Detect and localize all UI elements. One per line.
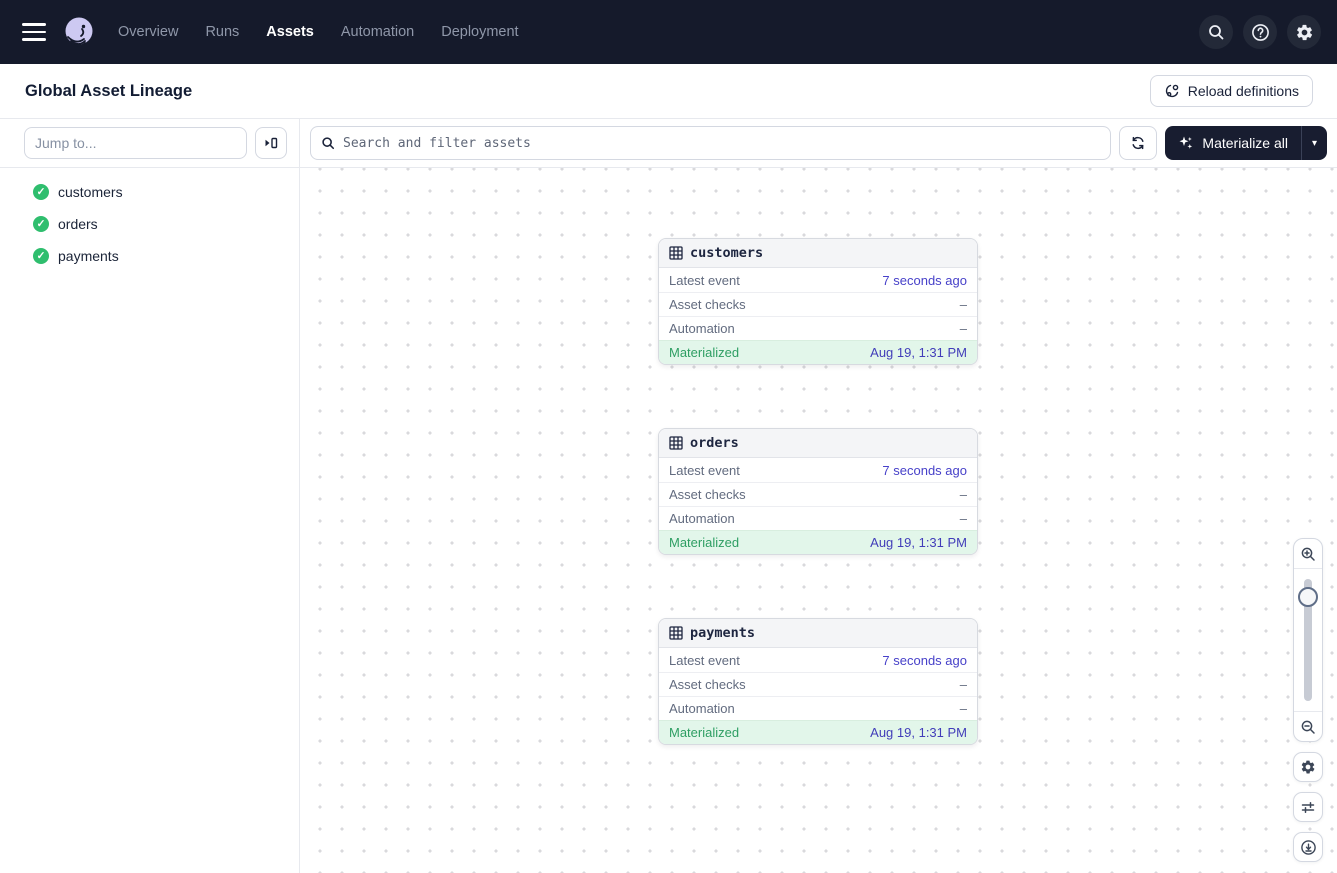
zoom-slider-thumb[interactable] bbox=[1298, 587, 1318, 607]
asset-name: payments bbox=[690, 625, 755, 641]
materialized-check-icon: ✓ bbox=[33, 184, 49, 200]
asset-node-customers[interactable]: customers Latest event 7 seconds ago Ass… bbox=[658, 238, 978, 365]
table-icon bbox=[669, 246, 683, 260]
lineage-canvas[interactable]: customers Latest event 7 seconds ago Ass… bbox=[300, 168, 1337, 873]
asset-node-header: orders bbox=[659, 429, 977, 458]
latest-event-row: Latest event 7 seconds ago bbox=[659, 458, 977, 482]
table-icon bbox=[669, 436, 683, 450]
reload-definitions-button[interactable]: Reload definitions bbox=[1150, 75, 1313, 107]
top-navbar: Overview Runs Assets Automation Deployme… bbox=[0, 0, 1337, 64]
graph-controls bbox=[1293, 538, 1323, 862]
graph-settings-icon[interactable] bbox=[1293, 752, 1323, 782]
zoom-in-icon[interactable] bbox=[1294, 539, 1322, 569]
caret-down-icon[interactable]: ▾ bbox=[1301, 126, 1327, 160]
dagster-app: Overview Runs Assets Automation Deployme… bbox=[0, 0, 1337, 873]
asset-graph-sidebar: ✓ customers ✓ orders ✓ payments bbox=[0, 119, 300, 873]
materialize-all-label: Materialize all bbox=[1202, 135, 1288, 151]
nav-item-overview[interactable]: Overview bbox=[118, 24, 178, 40]
zoom-slider[interactable] bbox=[1294, 569, 1322, 711]
automation-row: Automation – bbox=[659, 316, 977, 340]
asset-name: customers bbox=[690, 245, 763, 261]
refresh-icon[interactable] bbox=[1119, 126, 1157, 160]
asset-node-header: customers bbox=[659, 239, 977, 268]
page-title: Global Asset Lineage bbox=[25, 82, 192, 101]
dagster-logo-icon[interactable] bbox=[62, 15, 96, 49]
sidebar-item-label: payments bbox=[58, 248, 119, 264]
sparkles-icon bbox=[1178, 135, 1194, 151]
latest-event-link[interactable]: 7 seconds ago bbox=[882, 463, 967, 478]
navbar-actions bbox=[1199, 15, 1321, 49]
lineage-main: Materialize all ▾ bbox=[300, 119, 1337, 873]
asset-search-input[interactable] bbox=[343, 136, 1100, 151]
sidebar-item-label: customers bbox=[58, 184, 123, 200]
search-icon bbox=[321, 136, 335, 150]
latest-event-link[interactable]: 7 seconds ago bbox=[882, 653, 967, 668]
sidebar-item-label: orders bbox=[58, 216, 98, 232]
table-icon bbox=[669, 626, 683, 640]
settings-icon[interactable] bbox=[1287, 15, 1321, 49]
asset-node-header: payments bbox=[659, 619, 977, 648]
materialized-check-icon: ✓ bbox=[33, 248, 49, 264]
sidebar-item-customers[interactable]: ✓ customers bbox=[0, 176, 299, 208]
nav-item-deployment[interactable]: Deployment bbox=[441, 24, 518, 40]
help-icon[interactable] bbox=[1243, 15, 1277, 49]
content: ✓ customers ✓ orders ✓ payments bbox=[0, 119, 1337, 873]
zoom-out-icon[interactable] bbox=[1294, 711, 1322, 741]
materialized-timestamp-link[interactable]: Aug 19, 1:31 PM bbox=[870, 345, 967, 360]
latest-event-row: Latest event 7 seconds ago bbox=[659, 648, 977, 672]
materialize-all-button[interactable]: Materialize all bbox=[1165, 126, 1301, 160]
sidebar-asset-list: ✓ customers ✓ orders ✓ payments bbox=[0, 168, 299, 280]
jump-to-input[interactable] bbox=[24, 127, 247, 159]
asset-node-payments[interactable]: payments Latest event 7 seconds ago Asse… bbox=[658, 618, 978, 745]
asset-name: orders bbox=[690, 435, 739, 451]
sidebar-item-orders[interactable]: ✓ orders bbox=[0, 208, 299, 240]
graph-filters-icon[interactable] bbox=[1293, 792, 1323, 822]
lineage-toolbar: Materialize all ▾ bbox=[300, 119, 1337, 168]
materialize-all-split-button: Materialize all ▾ bbox=[1165, 126, 1327, 160]
search-icon[interactable] bbox=[1199, 15, 1233, 49]
menu-icon[interactable] bbox=[16, 14, 52, 50]
automation-row: Automation – bbox=[659, 506, 977, 530]
materialized-status-row: Materialized Aug 19, 1:31 PM bbox=[659, 720, 977, 744]
asset-search-box bbox=[310, 126, 1111, 160]
materialized-status-row: Materialized Aug 19, 1:31 PM bbox=[659, 340, 977, 364]
zoom-control-group bbox=[1293, 538, 1323, 742]
automation-row: Automation – bbox=[659, 696, 977, 720]
code-location-icon bbox=[1164, 83, 1180, 99]
primary-nav: Overview Runs Assets Automation Deployme… bbox=[118, 24, 519, 40]
nav-item-runs[interactable]: Runs bbox=[205, 24, 239, 40]
sidebar-toolbar bbox=[0, 119, 299, 168]
collapse-panel-button[interactable] bbox=[255, 127, 287, 159]
latest-event-row: Latest event 7 seconds ago bbox=[659, 268, 977, 292]
latest-event-link[interactable]: 7 seconds ago bbox=[882, 273, 967, 288]
asset-checks-row: Asset checks – bbox=[659, 672, 977, 696]
materialized-timestamp-link[interactable]: Aug 19, 1:31 PM bbox=[870, 725, 967, 740]
materialized-check-icon: ✓ bbox=[33, 216, 49, 232]
page-header: Global Asset Lineage Reload definitions bbox=[0, 64, 1337, 119]
sidebar-item-payments[interactable]: ✓ payments bbox=[0, 240, 299, 272]
asset-checks-row: Asset checks – bbox=[659, 482, 977, 506]
reload-definitions-label: Reload definitions bbox=[1188, 83, 1299, 99]
materialized-status-row: Materialized Aug 19, 1:31 PM bbox=[659, 530, 977, 554]
asset-checks-row: Asset checks – bbox=[659, 292, 977, 316]
materialized-timestamp-link[interactable]: Aug 19, 1:31 PM bbox=[870, 535, 967, 550]
nav-item-automation[interactable]: Automation bbox=[341, 24, 414, 40]
recenter-icon[interactable] bbox=[1293, 832, 1323, 862]
nav-item-assets[interactable]: Assets bbox=[266, 24, 314, 40]
asset-node-orders[interactable]: orders Latest event 7 seconds ago Asset … bbox=[658, 428, 978, 555]
